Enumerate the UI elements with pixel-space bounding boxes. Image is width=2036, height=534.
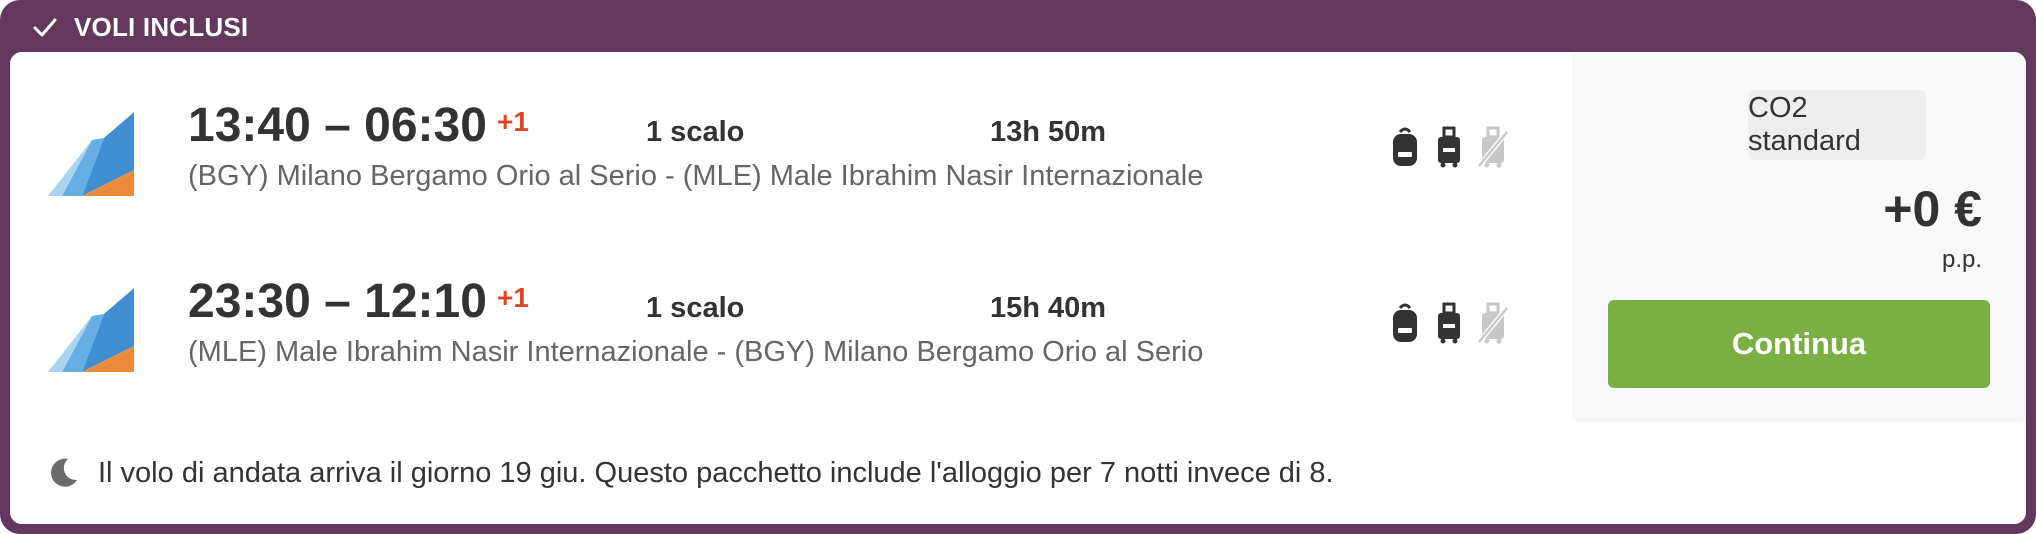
moon-icon [51, 458, 77, 487]
flight-duration: 13h 50m [990, 116, 1107, 148]
flight-times: 13:40 – 06:30 [188, 98, 487, 153]
flights-panel: 13:40 – 06:30 +1 1 scalo 13h 50m (BGY) M… [10, 52, 1572, 422]
continue-button[interactable]: Continua [1608, 300, 1990, 388]
flight-duration: 15h 40m [990, 292, 1107, 324]
airline-logo [48, 112, 134, 196]
arrival-time: 12:10 [364, 275, 487, 328]
flight-leg-outbound: 13:40 – 06:30 +1 1 scalo 13h 50m (BGY) M… [10, 52, 1572, 202]
departure-time: 23:30 [188, 275, 311, 328]
baggage-icons [1390, 126, 1508, 168]
co2-option-button[interactable]: CO2 standard [1748, 90, 1926, 160]
time-separator: – [324, 275, 351, 328]
trolley-icon [1438, 302, 1460, 344]
price-delta: +0 € [1883, 181, 1982, 237]
card-body: 13:40 – 06:30 +1 1 scalo 13h 50m (BGY) M… [10, 52, 2026, 524]
time-separator: – [324, 99, 351, 152]
day-offset-badge: +1 [497, 282, 529, 313]
flight-times: 23:30 – 12:10 [188, 274, 487, 329]
per-person-label: p.p. [1941, 246, 1982, 273]
backpack-icon [1393, 303, 1417, 342]
card-header: VOLI INCLUSI [30, 10, 248, 44]
stops-count: 1 scalo [646, 116, 745, 148]
info-note-text: Il volo di andata arriva il giorno 19 gi… [98, 456, 1334, 489]
flight-leg-return: 23:30 – 12:10 +1 1 scalo 15h 40m (MLE) M… [10, 228, 1572, 378]
trolley-icon [1438, 126, 1460, 168]
airline-logo [48, 288, 134, 372]
checked-bag-not-included-icon [1478, 126, 1508, 168]
header-title: VOLI INCLUSI [74, 11, 249, 42]
backpack-icon [1393, 127, 1417, 166]
day-offset-badge: +1 [497, 106, 529, 137]
checked-bag-not-included-icon [1478, 302, 1508, 344]
flight-card: VOLI INCLUSI 13:40 – 06:30 +1 1 scalo 13… [0, 0, 2036, 534]
departure-time: 13:40 [188, 99, 311, 152]
stops-count: 1 scalo [646, 292, 745, 324]
info-note: Il volo di andata arriva il giorno 19 gi… [10, 422, 2026, 524]
baggage-icons [1390, 302, 1508, 344]
check-icon [33, 18, 57, 37]
flight-route: (BGY) Milano Bergamo Orio al Serio - (ML… [188, 160, 1204, 192]
flight-route: (MLE) Male Ibrahim Nasir Internazionale … [188, 336, 1204, 368]
arrival-time: 06:30 [364, 99, 487, 152]
